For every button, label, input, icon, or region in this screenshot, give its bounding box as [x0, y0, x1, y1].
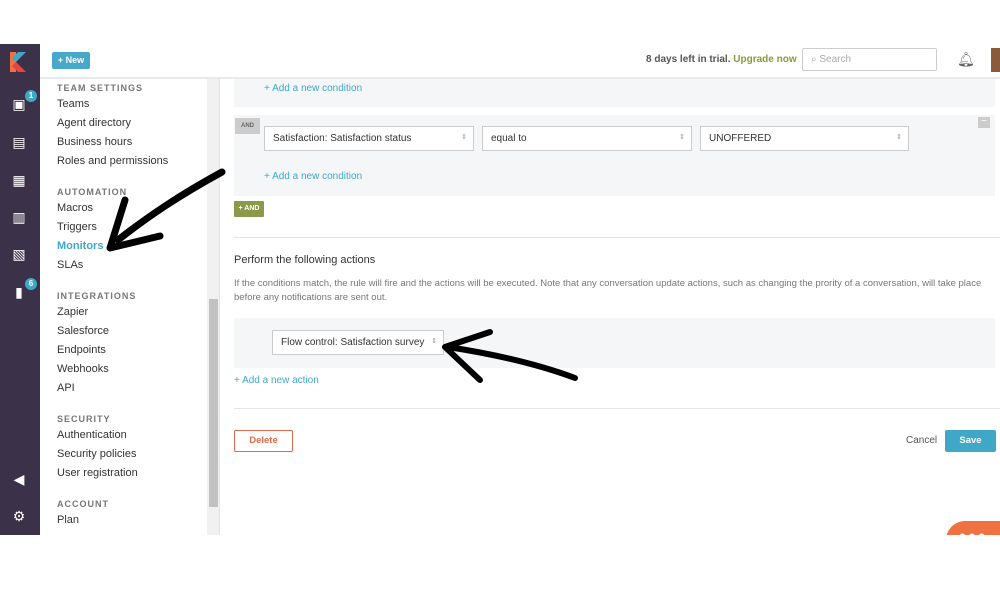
sidebar-item-monitors[interactable]: Monitors — [57, 240, 219, 254]
delete-button[interactable]: Delete — [234, 430, 293, 452]
upgrade-link[interactable]: Upgrade now — [733, 54, 796, 65]
board-badge: 6 — [25, 278, 37, 290]
condition-operator-select[interactable]: equal to — [482, 126, 692, 151]
actions-title: Perform the following actions — [234, 254, 376, 266]
trial-text: 8 days left in trial. — [646, 54, 731, 65]
section-account: ACCOUNT — [57, 499, 109, 509]
sidebar-item-business-hours[interactable]: Business hours — [57, 136, 219, 150]
condition-field-select[interactable]: Satisfaction: Satisfaction status — [264, 126, 474, 151]
sidebar-item-authentication[interactable]: Authentication — [57, 429, 219, 443]
logo-icon[interactable] — [10, 52, 28, 72]
search-placeholder: Search — [819, 54, 852, 65]
trial-notice: 8 days left in trial. Upgrade now — [646, 54, 797, 65]
chat-launcher-button[interactable]: ••• — [946, 521, 1000, 535]
sidebar-item-api[interactable]: API — [57, 382, 219, 396]
sidebar-item-security-policies[interactable]: Security policies — [57, 448, 219, 462]
condition-value-select[interactable]: UNOFFERED — [700, 126, 909, 151]
divider — [234, 237, 1000, 238]
knowledge-base-icon[interactable]: ▧ — [10, 246, 28, 262]
sidebar-item-user-registration[interactable]: User registration — [57, 467, 219, 481]
sidebar-item-slas[interactable]: SLAs — [57, 259, 219, 273]
condition-group-2: AND − Satisfaction: Satisfaction status … — [234, 115, 995, 196]
scrollbar-thumb[interactable] — [209, 299, 218, 507]
avatar[interactable] — [991, 48, 1000, 72]
app: ▣ 1 ▤ ▦ ▥ ▧ ▮ 6 ◀ ⚙ + New 8 days left in… — [0, 44, 1000, 535]
divider — [234, 408, 1000, 409]
remove-group-button[interactable]: − — [978, 117, 990, 128]
contacts-icon[interactable]: ▤ — [10, 134, 28, 150]
section-integrations: INTEGRATIONS — [57, 291, 137, 301]
section-security: SECURITY — [57, 414, 111, 424]
new-button[interactable]: + New — [52, 52, 90, 69]
sidebar-scrollbar[interactable] — [207, 79, 219, 535]
rule-editor: + Add a new condition AND − Satisfaction… — [221, 79, 1000, 535]
sidebar-item-plan[interactable]: Plan — [57, 514, 219, 528]
add-condition-link[interactable]: + Add a new condition — [264, 83, 362, 94]
section-team-settings: TEAM SETTINGS — [57, 83, 144, 93]
search-input[interactable]: ⌕ Search — [802, 48, 937, 71]
inbox-badge: 1 — [25, 90, 37, 102]
action-select[interactable]: Flow control: Satisfaction survey — [272, 330, 444, 355]
companies-icon[interactable]: ▦ — [10, 172, 28, 188]
reports-icon[interactable]: ▥ — [10, 209, 28, 225]
bell-icon[interactable]: 🔔︎ — [957, 51, 975, 68]
megaphone-icon[interactable]: ◀ — [10, 471, 28, 487]
sidebar-item-roles[interactable]: Roles and permissions — [57, 155, 219, 169]
section-automation: AUTOMATION — [57, 187, 128, 197]
sidebar-item-salesforce[interactable]: Salesforce — [57, 325, 219, 339]
sidebar-item-teams[interactable]: Teams — [57, 98, 219, 112]
gear-icon[interactable]: ⚙ — [10, 508, 28, 524]
save-button[interactable]: Save — [945, 430, 996, 452]
sidebar-item-agent-directory[interactable]: Agent directory — [57, 117, 219, 131]
condition-group-1: + Add a new condition — [234, 79, 995, 107]
sidebar-item-endpoints[interactable]: Endpoints — [57, 344, 219, 358]
sidebar-item-macros[interactable]: Macros — [57, 202, 219, 216]
and-tag: AND — [235, 118, 260, 134]
action-row: Flow control: Satisfaction survey — [234, 318, 995, 368]
cancel-button[interactable]: Cancel — [906, 435, 937, 446]
actions-description: If the conditions match, the rule will f… — [234, 278, 982, 303]
sidebar-item-triggers[interactable]: Triggers — [57, 221, 219, 235]
top-bar: + New 8 days left in trial. Upgrade now … — [40, 44, 1000, 79]
sidebar-item-zapier[interactable]: Zapier — [57, 306, 219, 320]
settings-sidebar: TEAM SETTINGS Teams Agent directory Busi… — [40, 79, 220, 535]
add-condition-link[interactable]: + Add a new condition — [264, 171, 362, 182]
nav-rail: ▣ 1 ▤ ▦ ▥ ▧ ▮ 6 ◀ ⚙ — [0, 44, 40, 535]
sidebar-item-webhooks[interactable]: Webhooks — [57, 363, 219, 377]
add-and-button[interactable]: + AND — [234, 201, 264, 217]
add-action-link[interactable]: + Add a new action — [234, 375, 319, 386]
